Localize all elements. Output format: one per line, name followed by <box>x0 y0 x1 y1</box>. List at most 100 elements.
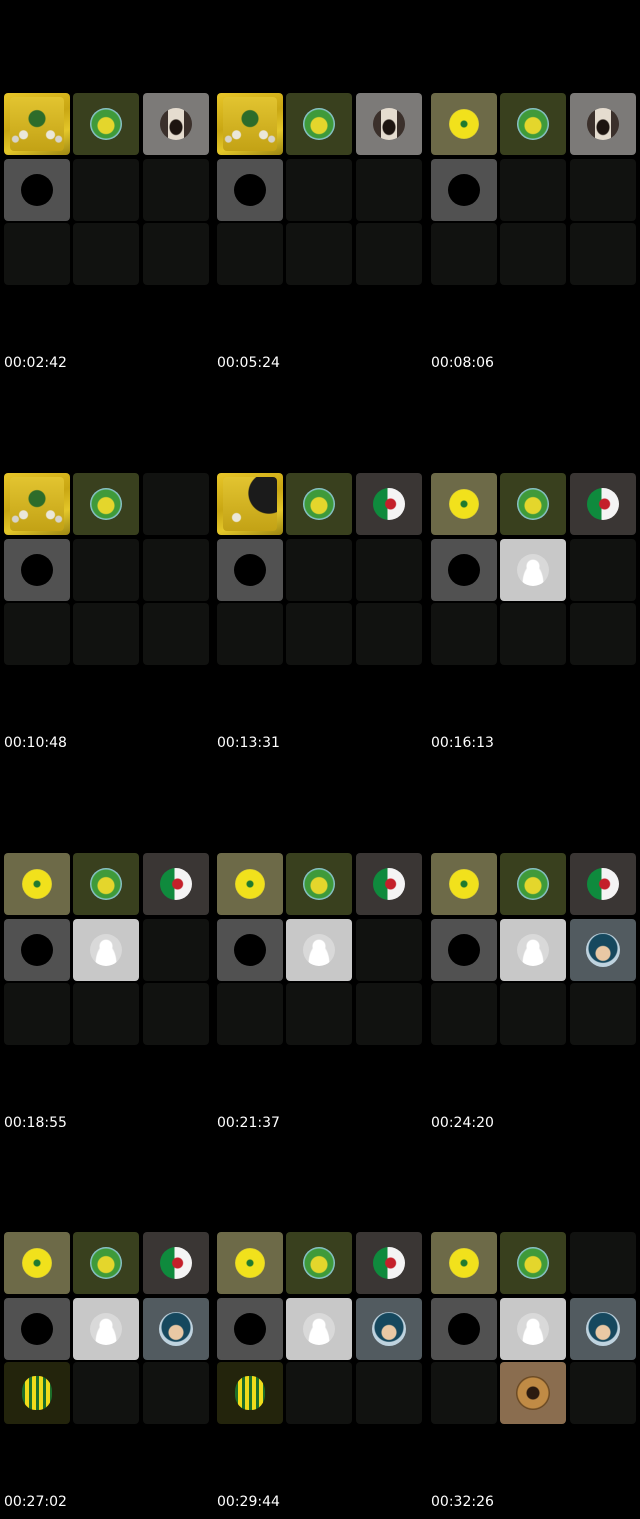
timestamp-label: 00:08:06 <box>431 355 494 371</box>
participant-tile <box>286 93 352 155</box>
participant-grid <box>431 473 637 668</box>
timestamp-label: 00:29:44 <box>217 1494 280 1510</box>
algeria-flag-avatar-icon <box>373 488 405 520</box>
participant-tile <box>4 1232 70 1294</box>
empty-slot <box>286 983 352 1045</box>
yellow-jersey-avatar-icon <box>449 489 479 519</box>
participant-tile <box>4 473 70 535</box>
default-user-avatar-icon <box>90 934 122 966</box>
empty-slot <box>4 603 70 665</box>
empty-slot <box>500 223 566 285</box>
timestamp-label: 00:02:42 <box>4 355 67 371</box>
team-trophy-photo-icon <box>10 477 64 531</box>
green-crest-avatar-icon <box>517 488 549 520</box>
participant-tile <box>500 919 566 981</box>
cartoon-pilot-avatar-icon <box>586 933 620 967</box>
empty-slot <box>286 159 352 221</box>
empty-slot <box>143 919 209 981</box>
black-circle-avatar-icon <box>21 934 53 966</box>
thumbnail-frame: 00:27:02 <box>0 1139 213 1519</box>
participant-tile <box>356 1298 422 1360</box>
timestamp-label: 00:16:13 <box>431 735 494 751</box>
participant-tile <box>217 1298 283 1360</box>
algeria-flag-avatar-icon <box>373 1247 405 1279</box>
empty-slot <box>570 1232 636 1294</box>
participant-tile <box>431 1232 497 1294</box>
monument-avatar-icon <box>373 108 405 140</box>
empty-slot <box>570 983 636 1045</box>
black-circle-avatar-icon <box>448 174 480 206</box>
empty-slot <box>286 1362 352 1424</box>
default-user-avatar-icon <box>303 1313 335 1345</box>
participant-grid <box>217 853 423 1048</box>
participant-grid <box>431 1232 637 1427</box>
participant-tile <box>73 853 139 915</box>
participant-tile <box>217 93 283 155</box>
participant-tile <box>4 1298 70 1360</box>
green-crest-avatar-icon <box>303 108 335 140</box>
cartoon-pilot-avatar-icon <box>159 1312 193 1346</box>
participant-tile <box>143 1232 209 1294</box>
empty-slot <box>356 539 422 601</box>
participant-tile <box>4 1362 70 1424</box>
empty-slot <box>73 603 139 665</box>
participant-tile <box>286 853 352 915</box>
participant-grid <box>4 853 210 1048</box>
participant-grid <box>217 1232 423 1427</box>
participant-tile <box>217 853 283 915</box>
green-crest-avatar-icon <box>90 108 122 140</box>
black-circle-avatar-icon <box>448 1313 480 1345</box>
green-crest-avatar-icon <box>303 1247 335 1279</box>
default-user-avatar-icon <box>517 554 549 586</box>
empty-slot <box>217 223 283 285</box>
empty-slot <box>73 983 139 1045</box>
empty-slot <box>143 473 209 535</box>
empty-slot <box>73 159 139 221</box>
black-circle-avatar-icon <box>234 174 266 206</box>
timestamp-label: 00:13:31 <box>217 735 280 751</box>
participant-tile <box>431 159 497 221</box>
empty-slot <box>356 159 422 221</box>
empty-slot <box>431 603 497 665</box>
participant-tile <box>500 1362 566 1424</box>
empty-slot <box>217 603 283 665</box>
black-circle-avatar-icon <box>234 554 266 586</box>
participant-tile <box>143 1298 209 1360</box>
team-trophy-photo-icon <box>10 97 64 151</box>
participant-tile <box>286 1232 352 1294</box>
participant-grid <box>217 473 423 668</box>
empty-slot <box>286 539 352 601</box>
team-trophy-photo-with-hand-icon <box>223 477 277 531</box>
timestamp-label: 00:10:48 <box>4 735 67 751</box>
participant-tile <box>431 919 497 981</box>
participant-tile <box>286 919 352 981</box>
algeria-flag-avatar-icon <box>373 868 405 900</box>
thumbnail-frame: 00:10:48 <box>0 380 213 760</box>
empty-slot <box>143 159 209 221</box>
participant-tile <box>431 93 497 155</box>
participant-tile <box>431 473 497 535</box>
empty-slot <box>143 223 209 285</box>
yellow-jersey-avatar-icon <box>22 869 52 899</box>
participant-tile <box>286 1298 352 1360</box>
monument-avatar-icon <box>587 108 619 140</box>
timestamp-label: 00:21:37 <box>217 1115 280 1131</box>
participant-grid <box>4 93 210 288</box>
participant-grid <box>431 853 637 1048</box>
green-crest-avatar-icon <box>90 868 122 900</box>
empty-slot <box>356 1362 422 1424</box>
participant-tile <box>217 539 283 601</box>
participant-tile <box>217 159 283 221</box>
cartoon-pilot-avatar-icon <box>372 1312 406 1346</box>
black-circle-avatar-icon <box>448 554 480 586</box>
participant-tile <box>4 539 70 601</box>
timestamp-label: 00:27:02 <box>4 1494 67 1510</box>
participant-tile <box>356 93 422 155</box>
empty-slot <box>356 223 422 285</box>
empty-slot <box>570 539 636 601</box>
monument-avatar-icon <box>160 108 192 140</box>
participant-tile <box>500 539 566 601</box>
timestamp-label: 00:18:55 <box>4 1115 67 1131</box>
algeria-flag-avatar-icon <box>160 868 192 900</box>
empty-slot <box>73 223 139 285</box>
